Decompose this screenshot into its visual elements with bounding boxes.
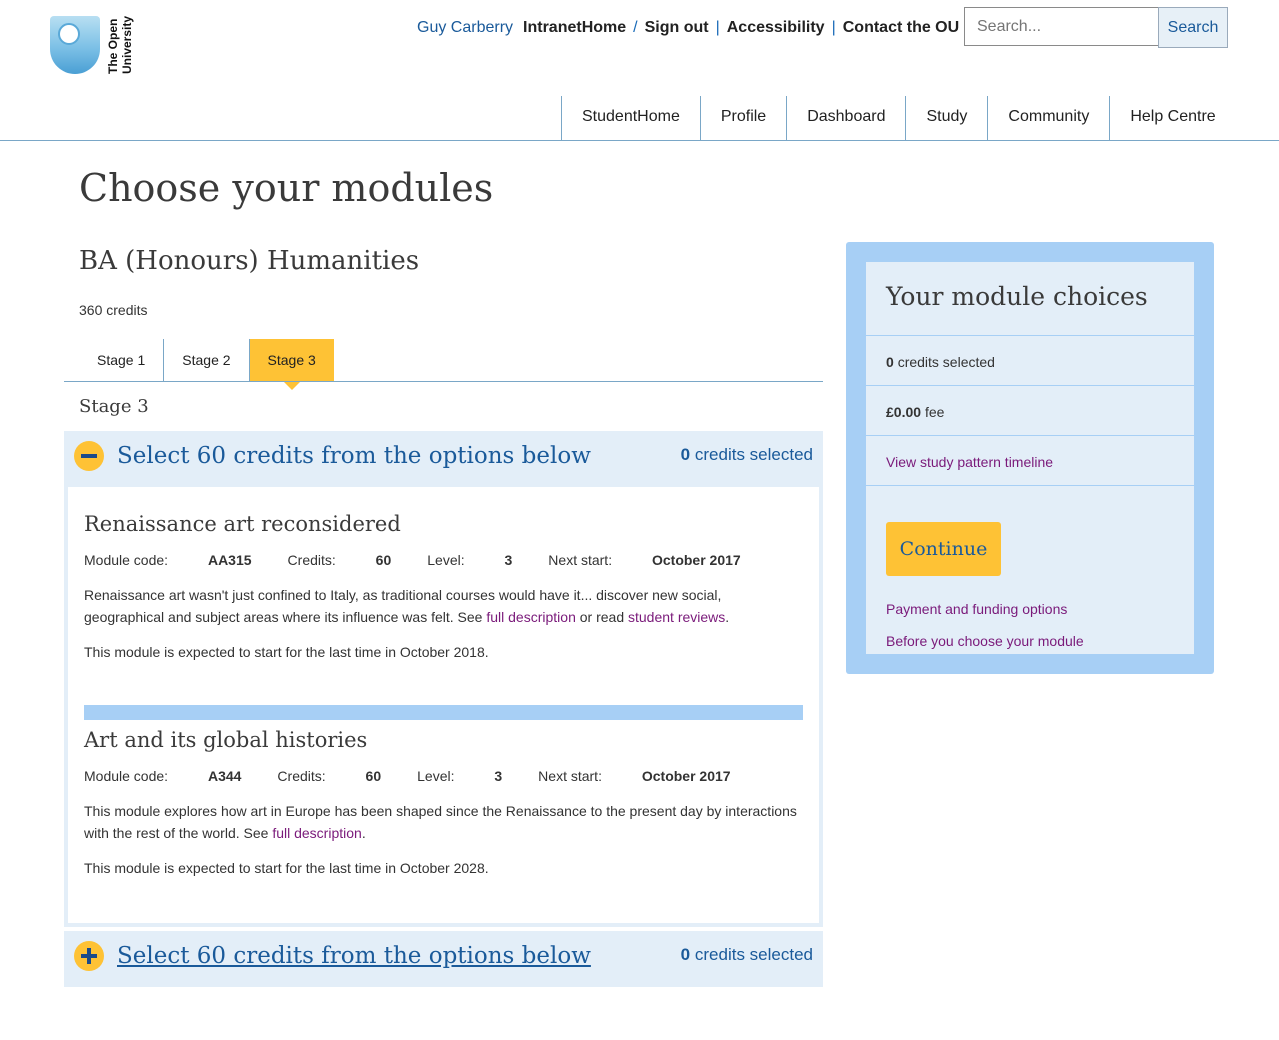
module-divider bbox=[84, 705, 803, 720]
option-group-header[interactable]: Select 60 credits from the options below… bbox=[64, 431, 823, 487]
payment-funding-link[interactable]: Payment and funding options bbox=[886, 601, 1067, 617]
full-description-link[interactable]: full description bbox=[272, 825, 362, 841]
logo-wordmark: The Open University bbox=[106, 16, 134, 74]
tab-divider bbox=[64, 381, 823, 382]
group-credits-selected: 0 credits selected bbox=[680, 945, 813, 964]
tab-stage-2[interactable]: Stage 2 bbox=[164, 339, 250, 381]
module-description: This module explores how art in Europe h… bbox=[84, 803, 797, 841]
contact-link[interactable]: Contact the OU bbox=[843, 19, 959, 37]
nav-community[interactable]: Community bbox=[987, 96, 1109, 140]
module-choices-panel: Your module choices 0 credits selected £… bbox=[846, 242, 1214, 674]
ou-logo[interactable]: The Open University bbox=[48, 14, 140, 76]
fee-row: £0.00 fee bbox=[866, 385, 1194, 435]
plus-circle-icon[interactable] bbox=[74, 941, 104, 971]
nav-help-centre[interactable]: Help Centre bbox=[1109, 96, 1235, 140]
stage-heading: Stage 3 bbox=[79, 396, 149, 417]
intranet-home-link[interactable]: IntranetHome bbox=[523, 19, 626, 37]
svg-text:The Open: The Open bbox=[106, 19, 120, 74]
stage-tabs: Stage 1 Stage 2 Stage 3 bbox=[79, 339, 334, 390]
option-group-title[interactable]: Select 60 credits from the options below bbox=[117, 943, 591, 969]
module-note: This module is expected to start for the… bbox=[84, 860, 489, 876]
nav-divider bbox=[0, 140, 1279, 141]
timeline-row: View study pattern timeline bbox=[866, 435, 1194, 485]
before-you-choose-link[interactable]: Before you choose your module bbox=[886, 633, 1084, 649]
group-credits-selected: 0 credits selected bbox=[680, 445, 813, 464]
student-reviews-link[interactable]: student reviews bbox=[628, 609, 725, 625]
sign-out-link[interactable]: Sign out bbox=[645, 19, 709, 37]
top-links: Guy Carberry IntranetHome / Sign out | A… bbox=[417, 19, 960, 37]
course-title: BA (Honours) Humanities bbox=[79, 246, 420, 276]
nav-profile[interactable]: Profile bbox=[699, 96, 786, 140]
view-timeline-link[interactable]: View study pattern timeline bbox=[886, 454, 1053, 470]
option-group-header[interactable]: Select 60 credits from the options below… bbox=[64, 931, 823, 987]
nav-study[interactable]: Study bbox=[905, 96, 987, 140]
module-meta: Module code: A344 Credits: 60 Level: 3 N… bbox=[84, 768, 731, 784]
module-title: Art and its global histories bbox=[84, 728, 368, 752]
minus-circle-icon[interactable] bbox=[74, 441, 104, 471]
total-credits: 360 credits bbox=[79, 302, 148, 318]
page-title: Choose your modules bbox=[79, 166, 494, 210]
module-choices-title: Your module choices bbox=[886, 282, 1148, 311]
full-description-link[interactable]: full description bbox=[486, 609, 576, 625]
svg-text:University: University bbox=[120, 16, 134, 74]
open-university-shield-icon bbox=[50, 16, 100, 74]
credits-selected-row: 0 credits selected bbox=[866, 335, 1194, 385]
search-button[interactable]: Search bbox=[1158, 7, 1228, 48]
main-nav: StudentHome Profile Dashboard Study Comm… bbox=[561, 96, 1236, 140]
nav-studenthome[interactable]: StudentHome bbox=[561, 96, 700, 140]
tab-stage-3[interactable]: Stage 3 bbox=[249, 339, 334, 390]
module-note: This module is expected to start for the… bbox=[84, 644, 489, 660]
user-name-link[interactable]: Guy Carberry bbox=[417, 19, 513, 37]
module-title: Renaissance art reconsidered bbox=[84, 512, 401, 536]
option-group-title[interactable]: Select 60 credits from the options below bbox=[117, 443, 591, 469]
tab-stage-1[interactable]: Stage 1 bbox=[79, 339, 165, 381]
module-card: Renaissance art reconsidered Module code… bbox=[84, 512, 814, 660]
module-card: Art and its global histories Module code… bbox=[84, 728, 814, 876]
nav-dashboard[interactable]: Dashboard bbox=[786, 96, 905, 140]
module-description: Renaissance art wasn't just confined to … bbox=[84, 587, 730, 625]
continue-button[interactable]: Continue bbox=[886, 522, 1001, 576]
accessibility-link[interactable]: Accessibility bbox=[727, 19, 825, 37]
search-input[interactable] bbox=[964, 7, 1159, 46]
module-meta: Module code: AA315 Credits: 60 Level: 3 … bbox=[84, 552, 741, 568]
